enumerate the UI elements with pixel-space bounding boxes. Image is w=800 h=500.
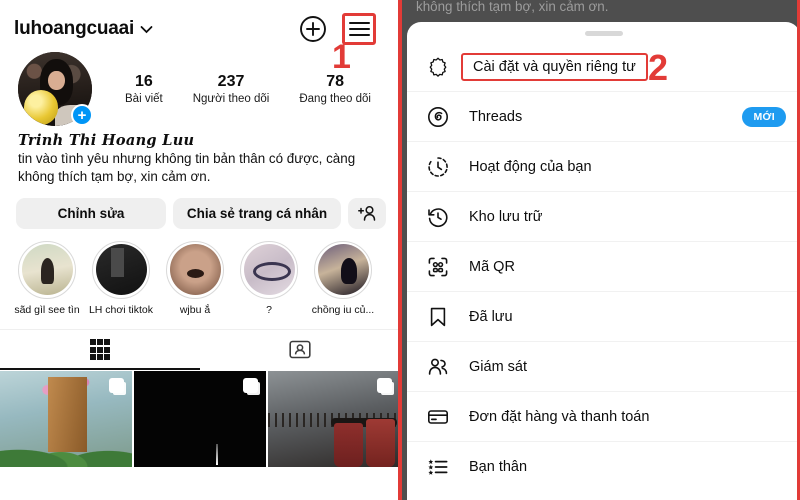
- menu-item-archive[interactable]: Kho lưu trữ: [407, 192, 800, 242]
- stat-value: 237: [217, 72, 245, 90]
- stat-posts[interactable]: 16 Bài viết: [125, 72, 163, 107]
- highlight-label: ?: [266, 303, 272, 316]
- highlight-label: sãd gìl see tìn: [14, 303, 80, 316]
- stat-label: Đang theo dõi: [299, 92, 371, 105]
- avatar[interactable]: +: [18, 52, 93, 126]
- stat-followers[interactable]: 237 Người theo dõi: [193, 72, 270, 107]
- bookmark-icon: [423, 306, 453, 328]
- profile-action-row: Chỉnh sửa Chia sẻ trang cá nhân: [0, 186, 400, 229]
- stat-value: 16: [134, 72, 153, 90]
- menu-item-label: Hoạt động của bạn: [469, 158, 592, 175]
- display-name: Trinh Thi Hoang Luu: [18, 132, 195, 149]
- grid-icon: [89, 339, 111, 361]
- annotation-marker-2: 2: [648, 47, 669, 88]
- chevron-down-icon[interactable]: [140, 25, 153, 34]
- qr-code-icon: [423, 256, 453, 278]
- list-item[interactable]: wjbu ắ: [160, 240, 230, 316]
- carousel-icon: [377, 377, 392, 393]
- add-person-icon[interactable]: [348, 197, 386, 229]
- list-item[interactable]: chồng iu củ...: [308, 240, 378, 316]
- star-list-icon: [423, 456, 453, 478]
- plus-square-icon[interactable]: [298, 14, 328, 44]
- instagram-menu-screen: không thích tạm bợ, xin cảm ơn. Cài đặt …: [400, 0, 800, 500]
- menu-item-label: Cài đặt và quyền riêng tư: [461, 52, 648, 81]
- menu-item-label: Kho lưu trữ: [469, 208, 543, 225]
- highlight-label: wjbu ắ: [179, 303, 211, 316]
- stat-label: Người theo dõi: [192, 92, 270, 105]
- menu-item-label: Threads: [469, 108, 523, 125]
- menu-bottom-sheet: Cài đặt và quyền riêng tư Threads MỚI Ho…: [407, 22, 800, 500]
- list-item[interactable]: LH chơi tiktok: [86, 240, 156, 316]
- bio-text: tin vào tình yêu nhưng không tin bản thâ…: [18, 151, 356, 184]
- share-profile-button[interactable]: Chia sẻ trang cá nhân: [173, 197, 341, 229]
- table-row[interactable]: [268, 370, 400, 467]
- menu-item-close-friends[interactable]: Bạn thân: [407, 442, 800, 492]
- menu-item-qr-code[interactable]: Mã QR: [407, 242, 800, 292]
- menu-item-orders-payments[interactable]: Đơn đặt hàng và thanh toán: [407, 392, 800, 442]
- panel-divider: [398, 0, 402, 500]
- menu-item-label: Bạn thân: [469, 459, 528, 475]
- annotation-marker-1: 1: [332, 38, 351, 76]
- carousel-icon: [243, 377, 258, 393]
- menu-list: Cài đặt và quyền riêng tư Threads MỚI Ho…: [407, 42, 800, 492]
- stat-following[interactable]: 78 Đang theo dõi: [299, 72, 371, 107]
- menu-item-supervision[interactable]: Giám sát: [407, 342, 800, 392]
- profile-bio-block: Trinh Thi Hoang Luu tin vào tình yêu như…: [0, 126, 400, 186]
- post-grid: [0, 370, 400, 467]
- instagram-profile-screen: luhoangcuaai 1 + 16 Bài viết 237 Người t…: [0, 0, 400, 500]
- menu-item-saved[interactable]: Đã lưu: [407, 292, 800, 342]
- menu-item-label: Giám sát: [469, 358, 528, 375]
- highlight-label: chồng iu củ...: [311, 303, 375, 316]
- profile-tab-bar: [0, 328, 400, 370]
- status-badge: MỚI: [742, 106, 786, 127]
- table-row[interactable]: [0, 370, 132, 467]
- dimmed-background-text: không thích tạm bợ, xin cảm ơn.: [416, 0, 609, 14]
- list-item[interactable]: sãd gìl see tìn: [12, 240, 82, 316]
- tagged-person-icon: [289, 339, 311, 360]
- stat-label: Bài viết: [125, 92, 163, 105]
- activity-icon: [423, 156, 453, 178]
- menu-item-label: Đơn đặt hàng và thanh toán: [469, 408, 650, 425]
- profile-stats: 16 Bài viết 237 Người theo dõi 78 Đang t…: [92, 72, 386, 107]
- tab-tagged[interactable]: [200, 330, 400, 370]
- list-item[interactable]: ?: [234, 240, 304, 316]
- archive-icon: [423, 206, 453, 228]
- story-highlights-row: sãd gìl see tìn LH chơi tiktok wjbu ắ ? …: [0, 229, 400, 316]
- tab-posts-grid[interactable]: [0, 330, 200, 370]
- page-title[interactable]: luhoangcuaai: [14, 18, 134, 40]
- menu-item-threads[interactable]: Threads MỚI: [407, 92, 800, 142]
- threads-icon: [423, 106, 453, 128]
- menu-item-label: Đã lưu: [469, 308, 513, 325]
- table-row[interactable]: [134, 370, 266, 467]
- sheet-drag-handle[interactable]: [584, 31, 623, 36]
- screenshot-root: luhoangcuaai 1 + 16 Bài viết 237 Người t…: [0, 0, 800, 500]
- card-icon: [423, 406, 453, 428]
- carousel-icon: [109, 377, 124, 393]
- menu-item-your-activity[interactable]: Hoạt động của bạn: [407, 142, 800, 192]
- highlight-label: LH chơi tiktok: [88, 303, 154, 316]
- menu-item-label: Mã QR: [469, 258, 515, 275]
- edit-profile-button[interactable]: Chỉnh sửa: [16, 197, 166, 229]
- menu-item-settings-privacy[interactable]: Cài đặt và quyền riêng tư: [407, 42, 800, 92]
- add-story-badge-icon[interactable]: +: [71, 104, 93, 126]
- gear-icon: [423, 56, 453, 78]
- supervision-icon: [423, 356, 453, 378]
